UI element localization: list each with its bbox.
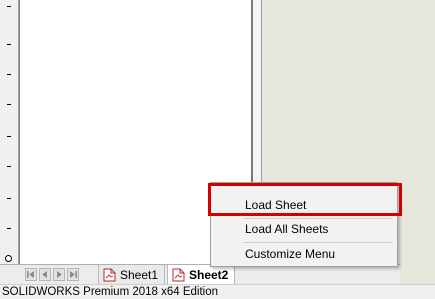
ruler-tick [7,74,11,75]
menu-item-label: Customize Menu [245,247,336,261]
first-sheet-button[interactable] [25,268,37,281]
tab-label: Sheet2 [189,267,229,282]
last-sheet-icon [70,271,77,278]
tab-sheet1[interactable]: Sheet1 [98,265,166,284]
ruler-tick [7,228,11,229]
drawing-sheet-icon [103,268,116,281]
status-text: SOLIDWORKS Premium 2018 x64 Edition [2,286,219,298]
graphics-background-bottom [400,264,435,284]
ruler-tick [7,166,11,167]
ruler-tick [7,136,11,137]
next-sheet-button[interactable] [53,268,65,281]
ruler-tick [7,6,11,7]
last-sheet-button[interactable] [67,268,79,281]
highlight-box [208,183,402,216]
vertical-ruler [0,0,19,264]
menu-item-customize-menu[interactable]: Customize Menu [211,242,397,266]
status-bar: SOLIDWORKS Premium 2018 x64 Edition [0,284,435,299]
menu-item-label: Load All Sheets [245,222,329,236]
first-sheet-icon [27,271,34,278]
previous-sheet-button[interactable] [39,268,51,281]
ruler-tick [7,198,11,199]
tab-label: Sheet1 [120,267,159,282]
ruler-tick [7,104,11,105]
next-sheet-icon [57,271,62,278]
drawing-sheet-icon [172,268,185,281]
menu-item-load-all-sheets[interactable]: Load All Sheets [211,217,397,241]
previous-sheet-icon [42,271,47,278]
ruler-origin-marker [5,255,12,262]
tab-sheet2[interactable]: Sheet2 [167,265,236,284]
ruler-tick [7,44,11,45]
sheet-tab-bar: Sheet1 Sheet2 [0,264,400,285]
